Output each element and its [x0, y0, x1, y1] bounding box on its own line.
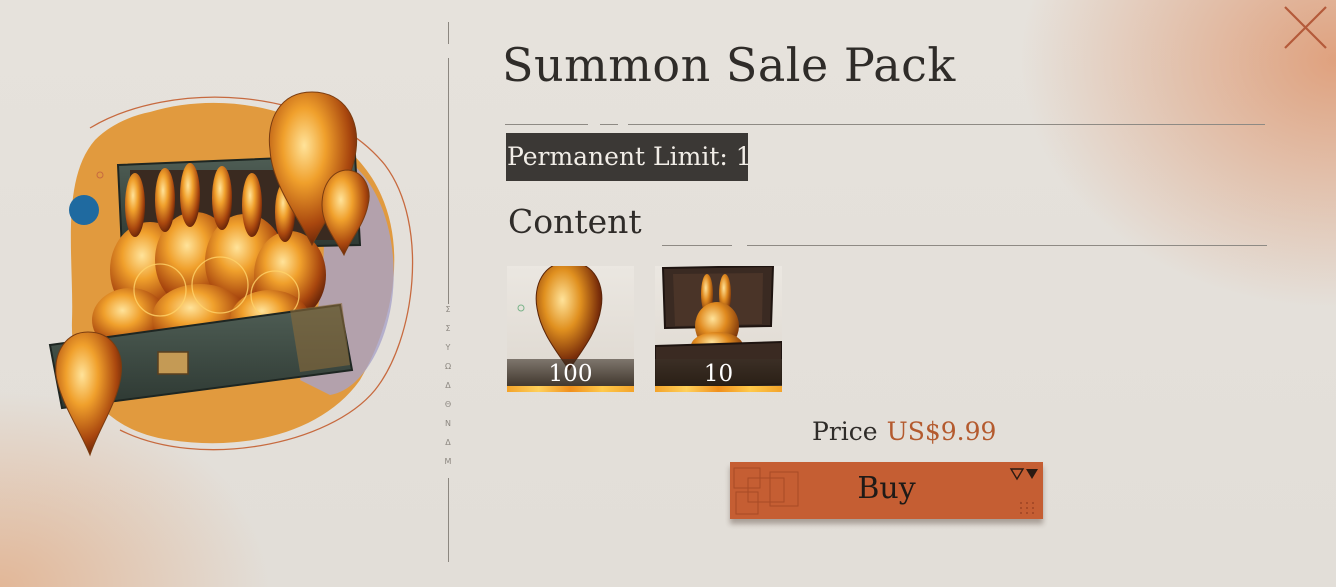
pack-title: Summon Sale Pack — [502, 38, 956, 92]
purchase-limit-badge: Permanent Limit: 1 — [506, 133, 752, 181]
price-value: US$9.99 — [886, 417, 997, 446]
close-icon — [1284, 6, 1327, 49]
title-rule — [600, 124, 618, 125]
content-item-rabbit-box[interactable]: 10 — [655, 266, 782, 392]
decorative-vertical-text: ΣΣΥΩΔΘΝΔΜ — [444, 305, 452, 466]
price-label: Price — [812, 417, 878, 446]
content-rule — [747, 245, 1267, 246]
price-row: Price US$9.99 — [812, 417, 996, 446]
title-rule — [505, 124, 588, 125]
pack-artwork — [0, 0, 445, 587]
buy-button[interactable]: Buy — [730, 462, 1043, 519]
item-quantity: 100 — [548, 361, 593, 387]
close-button[interactable] — [1282, 4, 1330, 52]
title-rule — [628, 124, 1265, 125]
content-item-crystal[interactable]: 100 — [507, 266, 634, 392]
content-rule — [662, 245, 732, 246]
content-heading: Content — [508, 202, 642, 241]
item-quantity: 10 — [703, 361, 734, 387]
buy-label: Buy — [857, 471, 916, 506]
vertical-divider — [448, 22, 450, 562]
